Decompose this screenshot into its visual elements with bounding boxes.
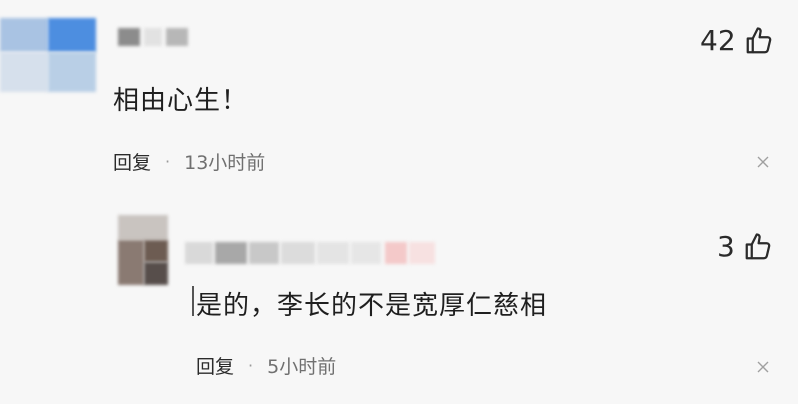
comment-meta: 回复 · 5小时前 — [196, 352, 336, 379]
close-icon[interactable] — [757, 361, 769, 373]
username[interactable] — [185, 238, 445, 268]
comment-thread: 相由心生！ 回复 · 13小时前 42 是的，李长的不是宽厚仁慈相 回复 · 5… — [0, 0, 798, 404]
like-count: 3 — [717, 230, 735, 263]
close-icon[interactable] — [757, 156, 769, 168]
username[interactable] — [118, 24, 198, 50]
thumbs-up-icon — [745, 232, 771, 259]
thumbs-up-icon — [746, 26, 771, 53]
timestamp: 13小时前 — [184, 152, 266, 174]
text-cursor — [192, 286, 194, 316]
comment-text: 是的，李长的不是宽厚仁慈相 — [196, 291, 548, 321]
like-button[interactable]: 42 — [700, 24, 774, 57]
comment-text: 相由心生！ — [113, 86, 249, 116]
separator: · — [165, 152, 171, 171]
comment-meta: 回复 · 13小时前 — [113, 148, 265, 175]
like-button[interactable]: 3 — [717, 230, 773, 263]
separator: · — [248, 356, 254, 375]
timestamp: 5小时前 — [267, 356, 337, 378]
reply-button[interactable]: 回复 — [113, 148, 151, 175]
reply-button[interactable]: 回复 — [196, 352, 234, 379]
avatar[interactable] — [0, 0, 100, 100]
like-count: 42 — [700, 24, 736, 57]
